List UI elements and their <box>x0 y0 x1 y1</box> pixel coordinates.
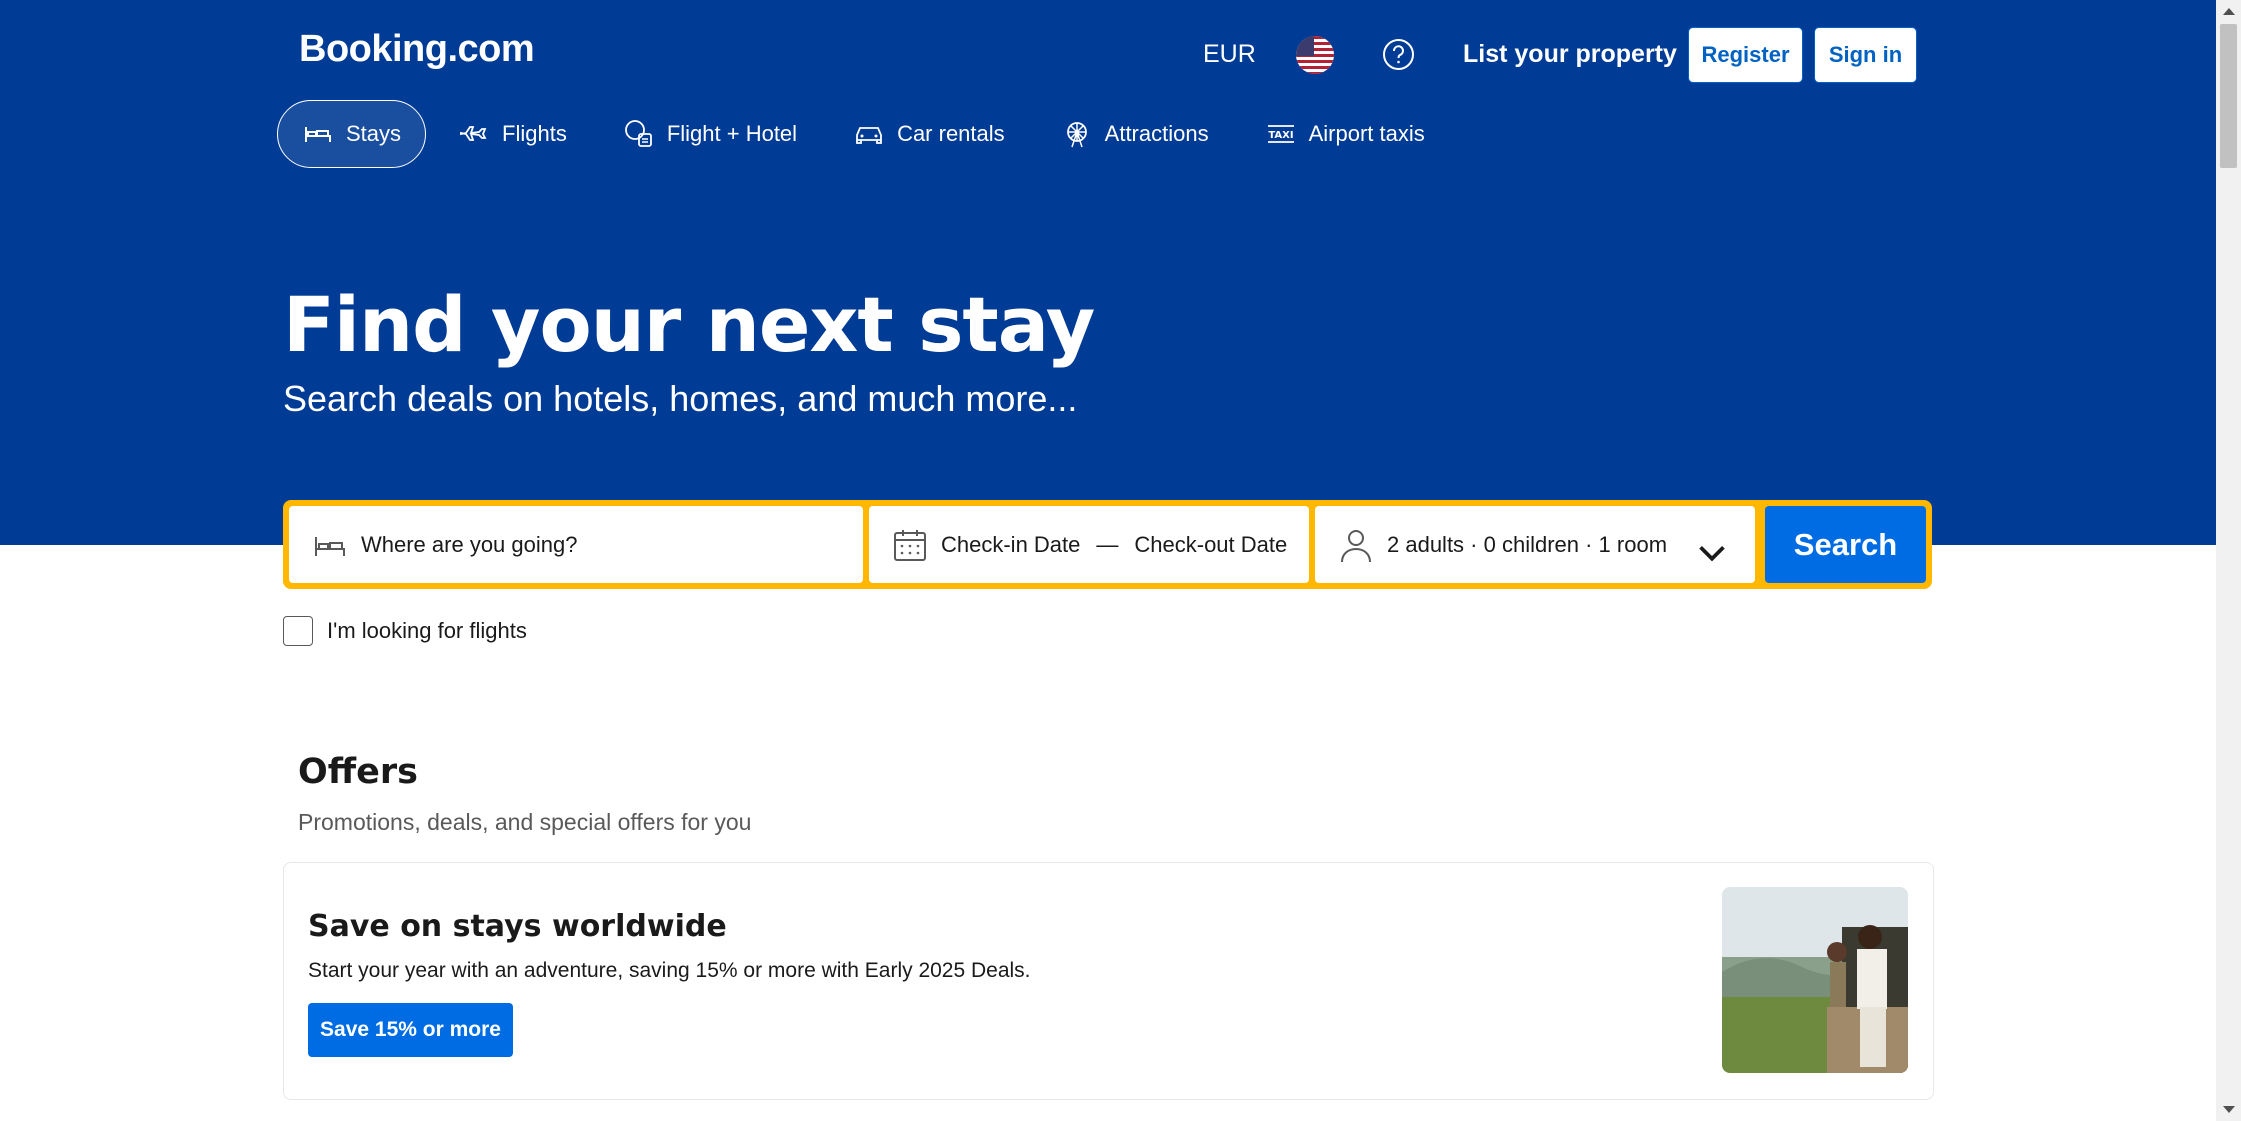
register-button[interactable]: Register <box>1688 27 1803 83</box>
nav-tab-car-rentals[interactable]: Car rentals <box>829 101 1029 167</box>
question-circle-icon[interactable] <box>1382 38 1415 71</box>
offer-card: Save on stays worldwide Start your year … <box>283 862 1934 1100</box>
plane-icon <box>460 126 487 141</box>
guests-selector[interactable]: 2 adults · 0 children · 1 room <box>1315 506 1755 583</box>
scroll-down-arrow[interactable] <box>2223 1106 2235 1113</box>
main-nav: Stays Flights Flight + Hotel Car rentals… <box>277 100 1457 168</box>
hero-subtitle: Search deals on hotels, homes, and much … <box>283 378 1078 419</box>
scroll-up-arrow[interactable] <box>2223 8 2235 15</box>
nav-tab-airport-taxis[interactable]: TAXI Airport taxis <box>1241 101 1449 167</box>
car-icon <box>856 127 882 144</box>
bed-icon <box>315 536 345 556</box>
ferris-wheel-icon <box>1066 122 1087 148</box>
svg-text:TAXI: TAXI <box>1268 130 1293 141</box>
nav-label: Flight + Hotel <box>666 121 798 146</box>
scroll-thumb[interactable] <box>2220 24 2237 168</box>
date-picker[interactable]: Check-in Date — Check-out Date <box>869 506 1309 583</box>
flight-hotel-icon <box>624 120 652 147</box>
nav-tab-attractions[interactable]: Attractions <box>1037 101 1233 167</box>
nav-label: Attractions <box>1104 121 1209 146</box>
search-button[interactable]: Search <box>1765 506 1926 583</box>
chevron-down-icon <box>1699 545 1725 562</box>
calendar-icon <box>894 529 926 561</box>
nav-label: Airport taxis <box>1308 121 1425 146</box>
nav-tab-stays[interactable]: Stays <box>277 100 427 168</box>
hero-title: Find your next stay <box>283 280 1095 369</box>
currency-selector[interactable]: EUR <box>1203 40 1256 69</box>
flights-checkbox-label: I'm looking for flights <box>327 618 527 643</box>
date-separator: — <box>1096 531 1119 557</box>
flights-checkbox-row[interactable]: I'm looking for flights <box>283 616 527 646</box>
flights-checkbox[interactable] <box>283 616 313 646</box>
sign-in-button[interactable]: Sign in <box>1814 27 1917 83</box>
offer-image <box>1722 887 1908 1073</box>
nav-tab-flights[interactable]: Flights <box>434 101 591 167</box>
offer-description: Start your year with an adventure, savin… <box>308 959 1031 982</box>
us-flag-icon[interactable] <box>1296 36 1334 74</box>
nav-label: Stays <box>346 121 402 146</box>
offer-button[interactable]: Save 15% or more <box>308 1003 513 1057</box>
booking-logo[interactable]: Booking.com <box>299 28 535 71</box>
nav-tab-flight-hotel[interactable]: Flight + Hotel <box>599 101 821 167</box>
destination-placeholder: Where are you going? <box>361 531 578 557</box>
destination-input[interactable]: Where are you going? <box>289 506 863 583</box>
offer-title: Save on stays worldwide <box>308 909 727 944</box>
list-your-property-link[interactable]: List your property <box>1463 40 1677 69</box>
bed-icon <box>305 127 331 142</box>
nav-label: Flights <box>502 121 567 146</box>
search-bar: Where are you going? Check-in Date — Che… <box>283 500 1932 589</box>
page-scrollbar[interactable] <box>2216 0 2241 1121</box>
offers-subheading: Promotions, deals, and special offers fo… <box>298 809 752 835</box>
checkin-date: Check-in Date <box>941 531 1081 557</box>
nav-label: Car rentals <box>897 121 1005 146</box>
guests-summary: 2 adults · 0 children · 1 room <box>1387 531 1668 557</box>
offers-heading: Offers <box>298 752 418 792</box>
checkout-date: Check-out Date <box>1134 531 1288 557</box>
taxi-icon: TAXI <box>1267 125 1294 143</box>
person-icon <box>1341 529 1371 562</box>
